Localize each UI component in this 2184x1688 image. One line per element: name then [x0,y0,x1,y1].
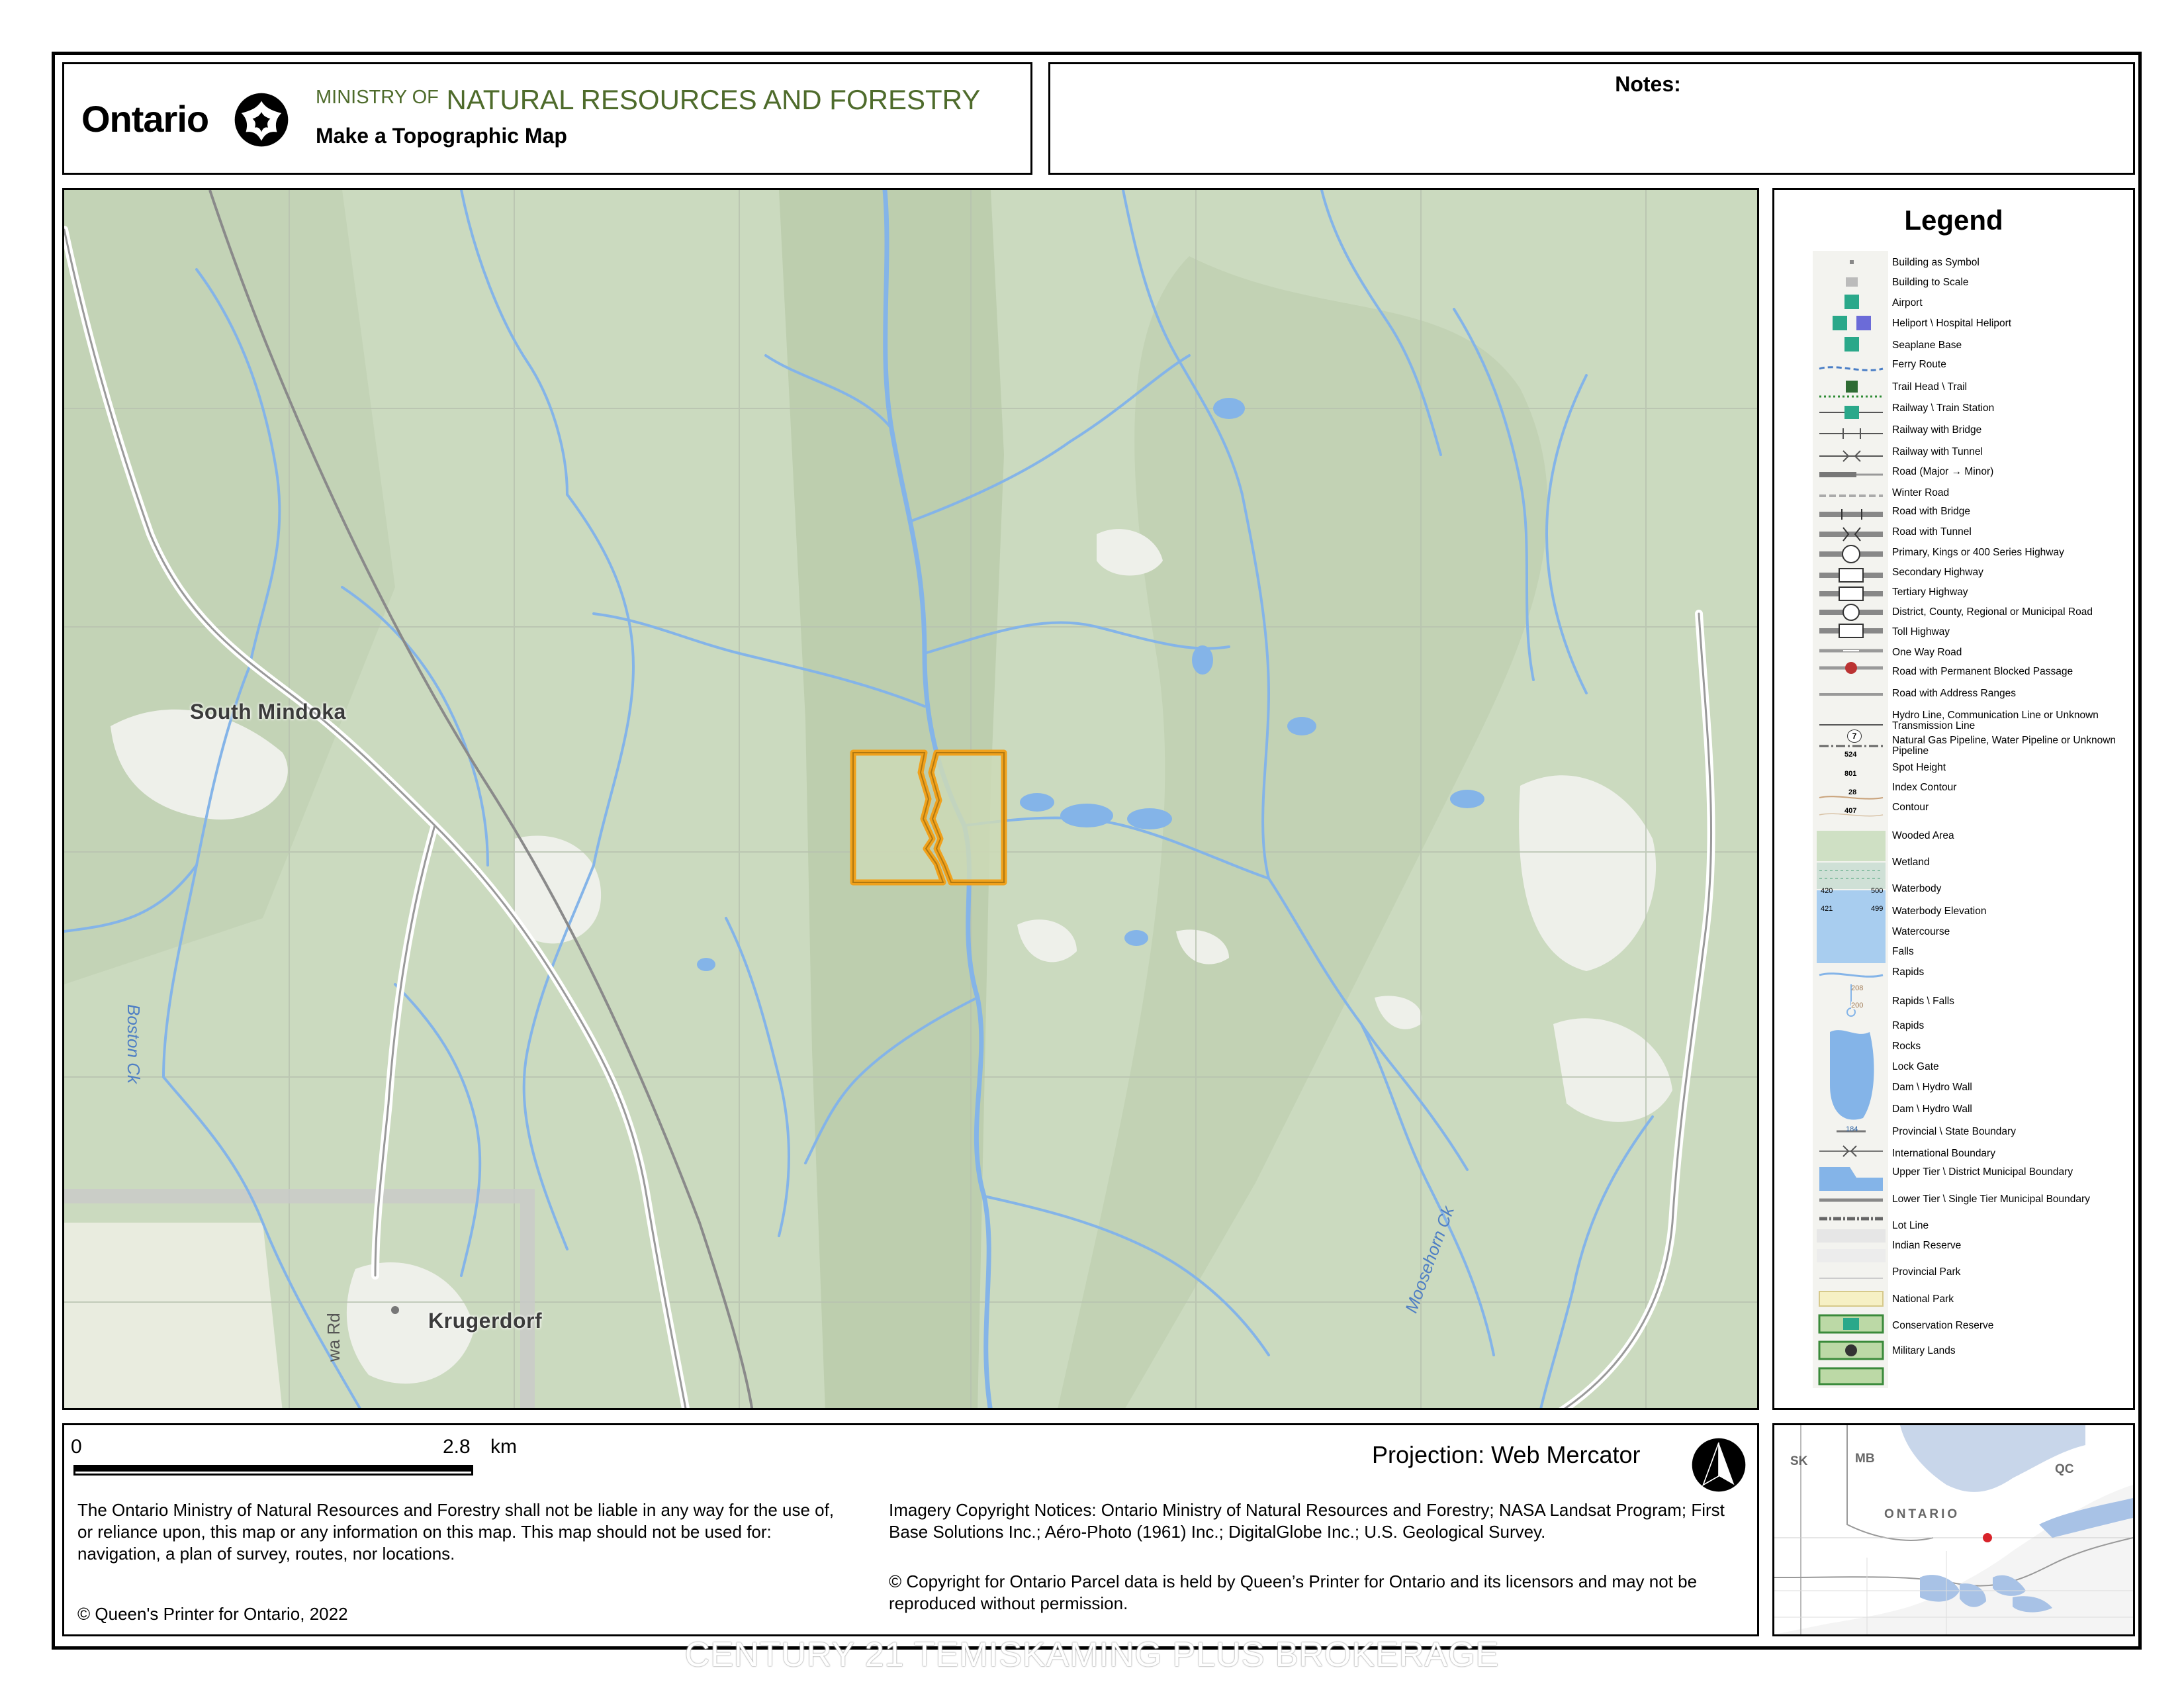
scale-start-label: 0 [71,1436,82,1458]
legend-item: Waterbody [1892,883,1942,894]
legend-item: Provincial \ State Boundary [1892,1126,2016,1137]
legend-address-421: 421 [1821,905,1833,913]
legend-item: Lot Line [1892,1220,1929,1231]
creek-label-boston: Boston Ck [124,1004,144,1084]
legend-highway-shield-524: 524 [1844,751,1857,759]
legend-item: Road with Tunnel [1892,526,1972,538]
legend-panel: Legend 7 524 801 28 407 420 500 421 499 … [1772,188,2135,1410]
legend-item: Upper Tier \ District Municipal Boundary [1892,1166,2073,1178]
legend-item: Index Contour [1892,782,1957,793]
legend-address-500: 500 [1871,887,1884,895]
header-panel: Ontario MINISTRY OF NATURAL RESOURCES AN… [62,62,1032,175]
legend-item: Dam \ Hydro Wall [1892,1103,1972,1115]
legend-item: Building to Scale [1892,277,1969,288]
legend-item: District, County, Regional or Municipal … [1892,606,2093,618]
ministry-title: MINISTRY OF NATURAL RESOURCES AND FOREST… [316,84,980,116]
notes-label: Notes: [1615,72,1681,96]
legend-item: Road with Bridge [1892,506,1971,517]
legend-item: Secondary Highway [1892,567,1983,578]
locator-inset[interactable]: SK MB QC ONTARIO [1772,1423,2135,1636]
legend-item: Dam \ Hydro Wall [1892,1082,1972,1093]
legend-item: Building as Symbol [1892,257,1979,268]
locator-map [1774,1425,2133,1634]
legend-item: Railway \ Train Station [1892,402,1995,414]
legend-toll-shield-407: 407 [1844,807,1857,815]
ontario-wordmark: Ontario [81,98,209,140]
ministry-prefix: MINISTRY OF [316,87,439,108]
legend-item: Road with Address Ranges [1892,688,2016,699]
trillium-logo-icon [234,93,289,147]
legend-item: Spot Height [1892,762,1946,773]
legend-highway-shield-7: 7 [1847,729,1862,743]
legend-item: Toll Highway [1892,626,1950,637]
inset-label-qc: QC [2055,1462,2074,1476]
legend-waterbody-elevation-value: 184 [1846,1125,1858,1133]
imagery-copyright: Imagery Copyright Notices: Ontario Minis… [889,1500,1725,1542]
place-label-south-mindoka: South Mindoka [190,700,346,724]
legend-item: Lock Gate [1892,1061,1939,1072]
projection-label: Projection: Web Mercator [1372,1441,1641,1468]
legend-item: One Way Road [1892,647,1962,658]
legend-item: Provincial Park [1892,1266,1961,1278]
scale-end-label: 2.8 [443,1436,471,1458]
legend-item: Heliport \ Hospital Heliport [1892,318,2012,329]
legend-item: Railway with Bridge [1892,424,1982,436]
ministry-name: NATURAL RESOURCES AND FORESTRY [446,84,981,115]
legend-item: Indian Reserve [1892,1240,1962,1251]
map-panel[interactable]: South Mindoka Krugerdorf Boston Ck Moose… [62,188,1759,1410]
legend-index-contour-value: 200 [1851,1002,1864,1009]
legend-item: Military Lands [1892,1345,1956,1356]
brokerage-watermark: CENTURY 21 TEMISKAMING PLUS BROKERAGE [684,1636,1500,1674]
legend-item: Primary, Kings or 400 Series Highway [1892,547,2064,558]
legend-item: Rapids [1892,966,1925,978]
legend-item: International Boundary [1892,1148,1995,1159]
legend-item: Tertiary Highway [1892,586,1968,598]
legend-item: Rocks [1892,1041,1921,1052]
legend-item: Watercourse [1892,926,1950,937]
footer-panel: 0 2.8 km Projection: Web Mercator The On… [62,1423,1759,1636]
parcel-copyright: © Copyright for Ontario Parcel data is h… [889,1571,1698,1613]
legend-item: Rapids [1892,1020,1925,1031]
legend-item: Hydro Line, Communication Line or Unknow… [1892,710,2099,731]
road-label-fragment: wa Rd [324,1313,343,1362]
legend-item: National Park [1892,1293,1954,1305]
legend-symbols [1817,260,1886,1385]
liability-disclaimer: The Ontario Ministry of Natural Resource… [77,1500,835,1564]
legend-item: Waterbody Elevation [1892,906,1987,917]
legend-item: Wetland [1892,857,1930,868]
notes-panel[interactable]: Notes: [1048,62,2135,175]
legend-item: Winter Road [1892,487,1950,498]
legend-item: Lower Tier \ Single Tier Municipal Bound… [1892,1194,2090,1205]
page-subtitle: Make a Topographic Map [316,124,567,148]
topographic-map [64,190,1757,1408]
inset-label-sk: SK [1790,1454,1808,1468]
legend-item: Conservation Reserve [1892,1320,1994,1331]
legend-spot-height-value: 208 [1851,984,1864,992]
legend-item: Railway with Tunnel [1892,446,1983,457]
legend-item: Falls [1892,946,1914,957]
legend-item: Airport [1892,297,1923,308]
north-arrow-icon [1692,1438,1746,1492]
legend-title: Legend [1904,205,2003,236]
inset-label-ontario: ONTARIO [1884,1507,1960,1521]
legend-road-shield-28: 28 [1848,788,1857,796]
legend-address-420: 420 [1821,887,1833,895]
scale-unit-label: km [490,1436,517,1458]
inset-label-mb: MB [1855,1452,1875,1466]
legend-item: Trail Head \ Trail [1892,381,1968,393]
legend-highway-shield-801: 801 [1844,770,1857,778]
scale-bar [73,1465,473,1476]
legend-item: Rapids \ Falls [1892,996,1954,1007]
place-label-krugerdorf: Krugerdorf [428,1309,543,1333]
copyright-notice: © Queen's Printer for Ontario, 2022 [77,1604,348,1624]
legend-item: Road with Permanent Blocked Passage [1892,666,2073,677]
legend-item: Contour [1892,802,1929,813]
legend-item: Natural Gas Pipeline, Water Pipeline or … [1892,735,2116,757]
legend-item: Wooded Area [1892,830,1954,841]
legend-item: Seaplane Base [1892,340,1962,351]
legend-item: Ferry Route [1892,359,1946,370]
legend-address-499: 499 [1871,905,1884,913]
legend-item: Road (Major → Minor) [1892,466,1994,477]
